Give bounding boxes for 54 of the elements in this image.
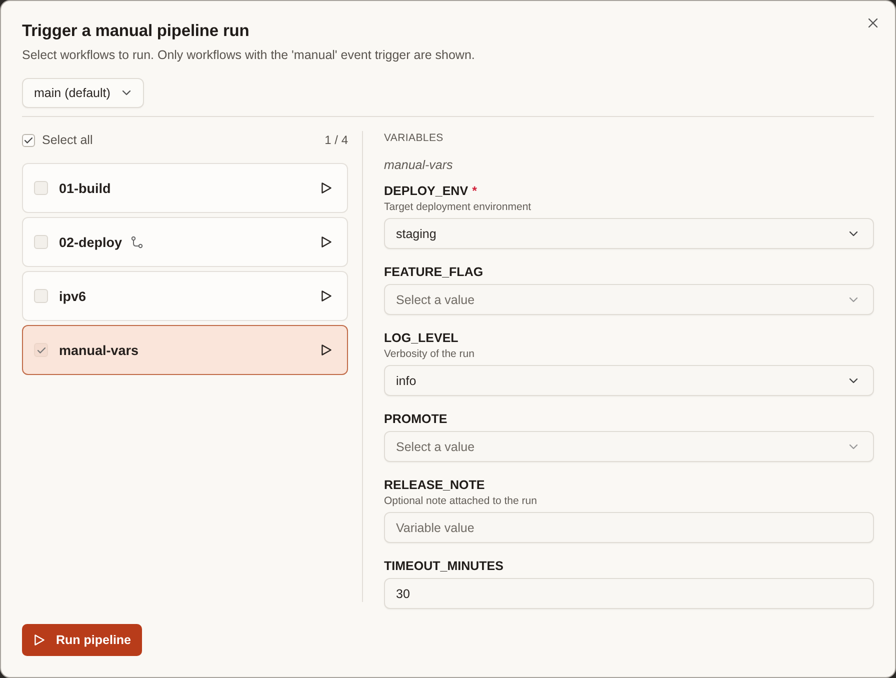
select-all-checkbox[interactable] [22,134,35,146]
workflow-subheading: manual-vars [384,157,454,173]
play-icon [320,236,332,248]
run-pipeline-button[interactable]: Run pipeline [22,624,142,656]
workflow-checkbox[interactable] [34,289,48,303]
checkmark-icon [24,136,33,144]
select-field[interactable]: info [384,365,874,396]
play-icon [320,290,332,302]
variable-label: DEPLOY_ENV [384,183,468,199]
select-field[interactable]: Select a value [384,284,874,315]
play-icon [320,344,332,356]
run-workflow-button[interactable] [319,235,333,249]
select-all-label[interactable]: Select all [42,133,93,147]
input-field[interactable]: 30 [384,578,874,609]
workflow-checkbox[interactable] [34,181,48,195]
variable-label: LOG_LEVEL [384,330,458,346]
variable-description: Verbosity of the run [384,347,476,361]
chevron-down-icon [849,444,858,450]
run-workflow-button[interactable] [319,181,333,195]
workflow-checkbox[interactable] [34,235,48,249]
select-field[interactable]: Select a value [384,431,874,462]
run-workflow-button[interactable] [319,289,333,303]
branch-dropdown[interactable]: main (default) [22,78,144,108]
workflow-name: 01-build [59,180,111,196]
workflow-item[interactable]: 01-build [22,163,348,213]
workflow-item[interactable]: 02-deploy [22,217,348,267]
selection-count: 1 / 4 [324,133,348,147]
chevron-down-icon [849,378,858,384]
select-field[interactable]: staging [384,218,874,249]
chevron-down-icon [849,230,858,236]
variable-label: PROMOTE [384,411,448,427]
play-icon [320,182,332,194]
input-field[interactable]: Variable value [384,512,874,543]
variable-label: RELEASE_NOTE [384,477,485,493]
workflow-item[interactable]: ipv6 [22,271,348,321]
workflow-checkbox[interactable] [34,343,48,357]
workflow-name: ipv6 [59,288,86,304]
workflow-name: manual-vars [59,342,139,358]
required-marker: * [472,183,477,199]
variable-description: Optional note attached to the run [384,494,538,508]
workflow-name: 02-deploy [59,234,122,250]
checkmark-icon [36,346,46,354]
variable-label: TIMEOUT_MINUTES [384,558,504,574]
play-icon [34,634,45,646]
workflow-item[interactable]: manual-vars [22,325,348,375]
chevron-down-icon [849,296,858,302]
dialog-title: Trigger a manual pipeline run [22,21,250,42]
dialog-subtitle: Select workflows to run. Only workflows with the 'manual' event trigger are shown. [22,47,476,64]
chevron-down-icon [122,90,132,96]
variables-heading: VARIABLES [384,131,444,145]
close-icon [868,18,878,28]
variable-label: FEATURE_FLAG [384,264,484,280]
run-workflow-button[interactable] [319,343,333,357]
variable-description: Target deployment environment [384,200,532,214]
